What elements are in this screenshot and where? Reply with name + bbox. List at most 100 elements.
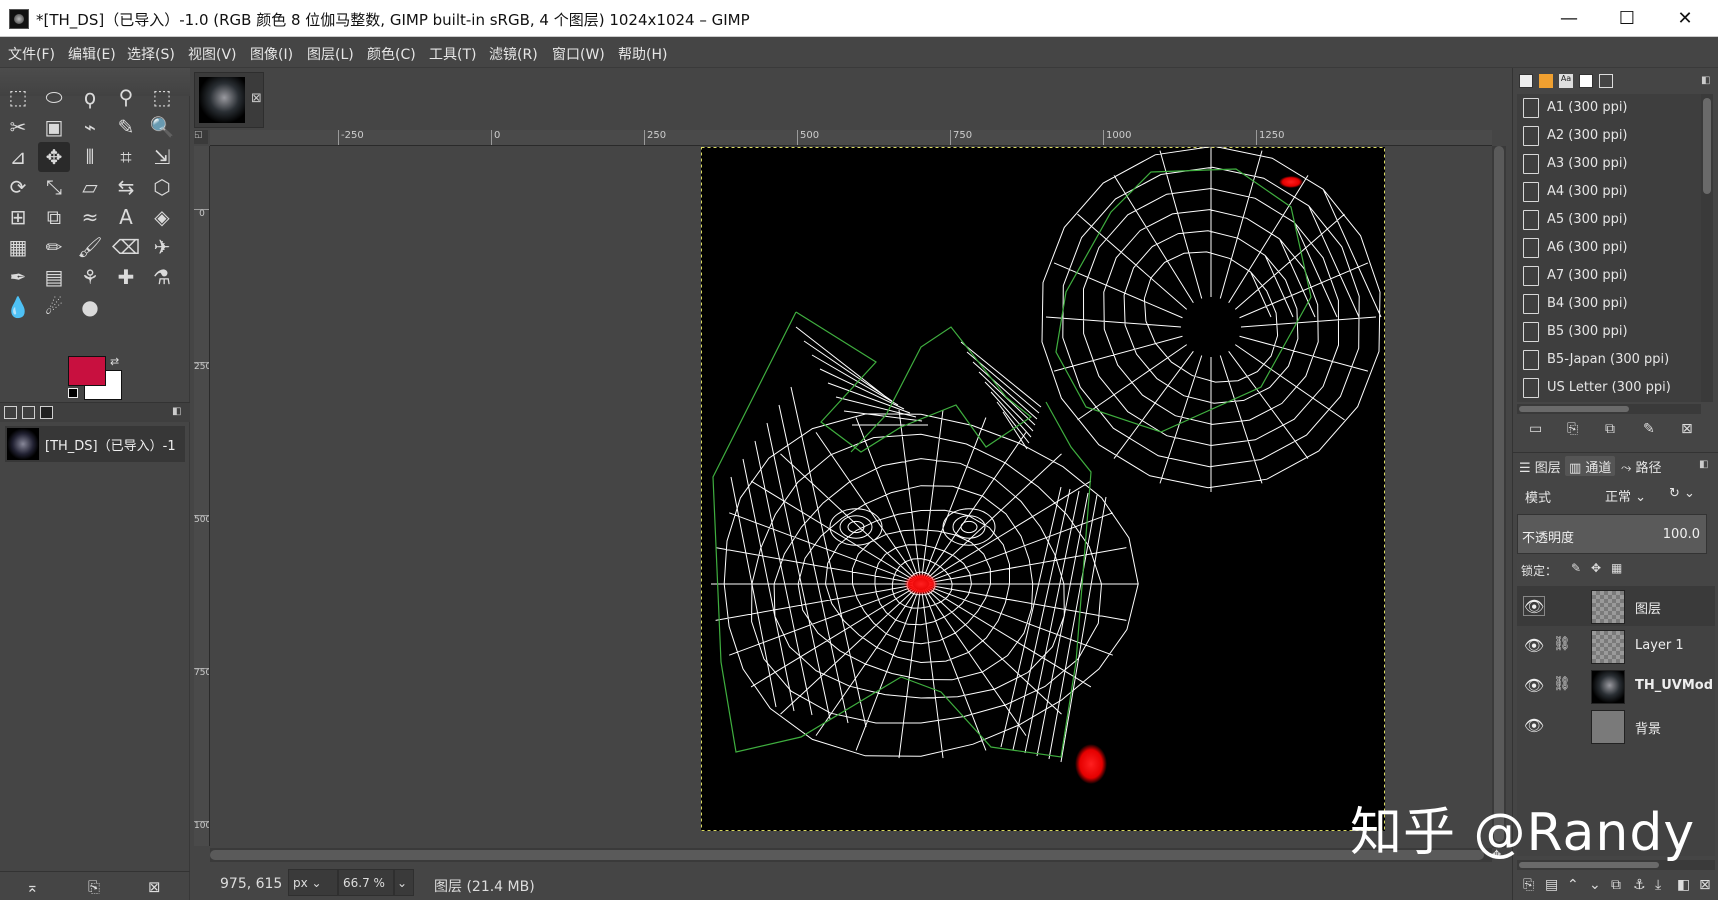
template-item[interactable]: B5 (300 ppi) — [1517, 318, 1701, 346]
anchor-layer-icon[interactable]: ⚓ — [1633, 877, 1646, 893]
vertical-ruler[interactable]: 0 250 500 750 1000 — [194, 146, 210, 846]
horizontal-ruler[interactable]: -250 0 250 500 750 1000 1250 — [210, 130, 1492, 146]
eraser-icon[interactable]: ⌫ — [110, 232, 142, 262]
horizontal-scrollbar-thumb[interactable] — [210, 850, 1484, 860]
paintbrush-icon[interactable]: 🖌 — [74, 232, 106, 262]
menu-filters[interactable]: 滤镜(R) — [489, 44, 538, 64]
perspective-icon[interactable]: ⬡ — [146, 172, 178, 202]
template-item[interactable]: A6 (300 ppi) — [1517, 234, 1701, 262]
lock-position-icon[interactable]: ✥ — [1591, 561, 1601, 575]
templates-scrollbar-thumb[interactable] — [1703, 98, 1711, 194]
quick-mask-toggle[interactable]: ◱ — [194, 130, 208, 144]
dock-menu-icon[interactable]: ◧ — [1701, 75, 1710, 86]
visibility-eye-icon[interactable]: 👁 — [1523, 636, 1545, 656]
template-item[interactable]: B4 (300 ppi) — [1517, 290, 1701, 318]
image-tab[interactable]: ⊠ — [194, 72, 264, 128]
crop-icon[interactable]: ⌗ — [110, 142, 142, 172]
pencil-icon[interactable]: ✏ — [38, 232, 70, 262]
uv-wireframe-image[interactable] — [701, 147, 1385, 831]
raise-layer-icon[interactable]: ⌃ — [1567, 877, 1579, 893]
paths-icon[interactable]: ⌁ — [74, 112, 106, 142]
create-image-icon[interactable]: ▭ — [1529, 421, 1542, 437]
delete-layer-icon[interactable]: ⊠ — [1699, 877, 1711, 893]
chain-link-icon[interactable]: ⛓ — [1553, 636, 1571, 652]
menu-help[interactable]: 帮助(H) — [618, 44, 667, 64]
foreground-color-swatch-front[interactable] — [68, 356, 106, 386]
unit-select[interactable]: px ⌄ — [288, 869, 338, 896]
duplicate-layer-icon[interactable]: ⧉ — [1611, 877, 1621, 893]
lock-pixels-icon[interactable]: ✎ — [1571, 561, 1581, 575]
composite-mode-select[interactable]: ↻ ⌄ — [1667, 482, 1711, 508]
template-item[interactable]: A5 (300 ppi) — [1517, 206, 1701, 234]
device-status-tab-icon[interactable] — [22, 406, 35, 419]
ink-icon[interactable]: ✒ — [2, 262, 34, 292]
palettes-tab-icon[interactable] — [1579, 74, 1593, 88]
dock-menu-icon[interactable]: ◧ — [172, 406, 181, 417]
rotate-icon[interactable]: ⟳ — [2, 172, 34, 202]
tool-options-tab-icon[interactable] — [4, 406, 17, 419]
mask-layer-icon[interactable]: ◧ — [1677, 877, 1690, 893]
select-by-color-icon[interactable]: ⬚ — [146, 82, 178, 112]
mypaint-icon[interactable]: ▤ — [38, 262, 70, 292]
scissors-icon[interactable]: ✂ — [2, 112, 34, 142]
zoom-icon[interactable]: 🔍 — [146, 112, 178, 142]
new-template-icon[interactable]: ⎘ — [1567, 421, 1578, 437]
default-colors-icon[interactable] — [68, 388, 78, 398]
visibility-eye-icon[interactable]: 👁 — [1523, 676, 1545, 696]
templates-scrollbar[interactable] — [1701, 94, 1713, 402]
delete-display-icon[interactable]: ⊠ — [148, 878, 161, 896]
text-icon[interactable]: A — [110, 202, 142, 232]
raise-image-icon[interactable]: ⌅ — [26, 878, 39, 896]
layer-row[interactable]: 👁 背景 — [1517, 706, 1715, 746]
tab-channels[interactable]: ▥ 通道 — [1565, 456, 1616, 476]
ellipse-select-icon[interactable]: ⬭ — [38, 82, 70, 112]
perspective-clone-icon[interactable]: ⚗ — [146, 262, 178, 292]
new-layer-group-icon[interactable]: ▤ — [1545, 877, 1558, 893]
template-item[interactable]: US Letter (300 ppi) — [1517, 374, 1701, 402]
zoom-select[interactable]: 66.7 % — [338, 869, 394, 896]
swap-colors-icon[interactable]: ⇄ — [110, 355, 119, 368]
blur-icon[interactable]: 💧 — [2, 292, 34, 322]
fuzzy-select-icon[interactable]: ⚲ — [110, 82, 142, 112]
menu-select[interactable]: 选择(S) — [127, 44, 175, 64]
templates-tab-icon[interactable] — [1599, 74, 1613, 88]
zoom-dropdown[interactable]: ⌄ — [394, 869, 414, 896]
heal-icon[interactable]: ✚ — [110, 262, 142, 292]
menu-file[interactable]: 文件(F) — [8, 44, 55, 64]
free-select-icon[interactable]: ϙ — [74, 82, 106, 112]
layer-row[interactable]: 👁 图层 — [1517, 586, 1715, 626]
canvas-viewport[interactable] — [211, 147, 1491, 847]
menu-layer[interactable]: 图层(L) — [307, 44, 354, 64]
close-button[interactable]: ✕ — [1656, 0, 1714, 37]
images-tab-icon[interactable] — [40, 406, 53, 419]
scale-icon[interactable]: ⤡ — [38, 172, 70, 202]
opacity-spinner[interactable]: 不透明度 100.0 — [1517, 514, 1707, 554]
delete-template-icon[interactable]: ⊠ — [1681, 421, 1693, 437]
tab-paths[interactable]: ⤳ 路径 — [1617, 456, 1666, 476]
menu-colors[interactable]: 颜色(C) — [367, 44, 416, 64]
foreground-select-icon[interactable]: ▣ — [38, 112, 70, 142]
dock-menu-icon[interactable]: ◧ — [1699, 459, 1708, 470]
measure-icon[interactable]: ⊿ — [2, 142, 34, 172]
chain-link-icon[interactable]: ⛓ — [1553, 676, 1571, 692]
clone-icon[interactable]: ⚘ — [74, 262, 106, 292]
move-icon[interactable]: ✥ — [38, 142, 70, 172]
template-item[interactable]: A7 (300 ppi) — [1517, 262, 1701, 290]
close-tab-icon[interactable]: ⊠ — [251, 91, 262, 106]
tab-layers[interactable]: ☰ 图层 — [1515, 456, 1565, 476]
maximize-button[interactable]: ☐ — [1598, 0, 1656, 37]
dodge-icon[interactable]: ● — [74, 292, 106, 322]
horizontal-scrollbar[interactable] — [210, 848, 1492, 862]
align-icon[interactable]: ⫴ — [74, 142, 106, 172]
mode-select[interactable]: 正常 ⌄ — [1603, 482, 1661, 508]
template-item[interactable]: A2 (300 ppi) — [1517, 122, 1701, 150]
vertical-scrollbar-thumb[interactable] — [1494, 146, 1504, 842]
menu-windows[interactable]: 窗口(W) — [552, 44, 605, 64]
menu-image[interactable]: 图像(I) — [250, 44, 293, 64]
new-layer-icon[interactable]: ⎘ — [1523, 877, 1534, 893]
template-item[interactable]: B5-Japan (300 ppi) — [1517, 346, 1701, 374]
lower-layer-icon[interactable]: ⌄ — [1589, 877, 1601, 893]
templates-hscrollbar-thumb[interactable] — [1519, 406, 1629, 412]
edit-template-icon[interactable]: ✎ — [1643, 421, 1655, 437]
new-display-icon[interactable]: ⎘ — [88, 878, 100, 896]
